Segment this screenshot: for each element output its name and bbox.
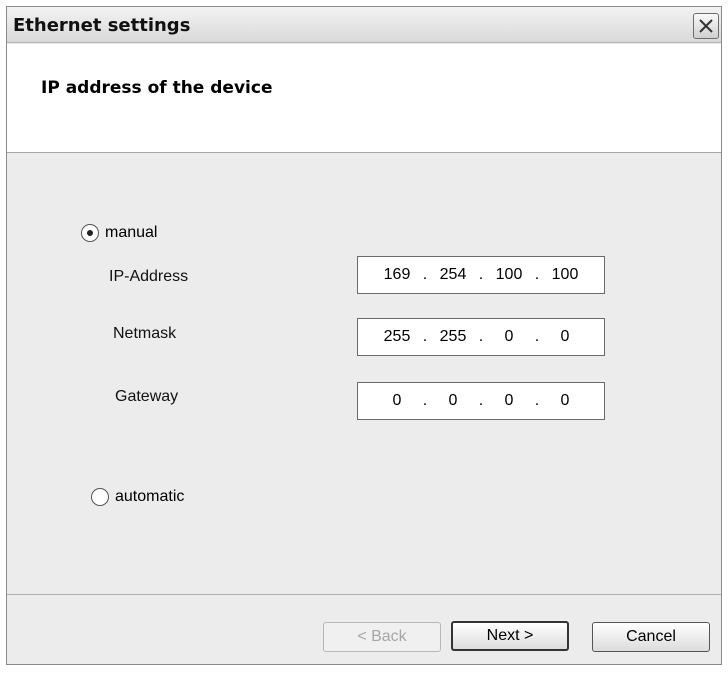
gateway-octet-1[interactable]: 0	[377, 392, 417, 410]
dialog-body: manual IP-Address 169. 254. 100. 100 Net…	[7, 154, 721, 594]
close-icon	[699, 19, 713, 33]
gateway-octet-3[interactable]: 0	[489, 392, 529, 410]
header-title: IP address of the device	[41, 78, 273, 98]
netmask-octet-3[interactable]: 0	[489, 328, 529, 346]
gateway-input[interactable]: 0. 0. 0. 0	[357, 382, 605, 420]
back-button[interactable]: < Back	[323, 622, 441, 652]
title-bar: Ethernet settings	[7, 7, 721, 43]
ip-address-label: IP-Address	[109, 268, 189, 285]
close-button[interactable]	[693, 13, 719, 39]
ip-address-input[interactable]: 169. 254. 100. 100	[357, 256, 605, 294]
netmask-input[interactable]: 255. 255. 0. 0	[357, 318, 605, 356]
netmask-octet-1[interactable]: 255	[377, 328, 417, 346]
gateway-label: Gateway	[115, 388, 179, 405]
netmask-label: Netmask	[113, 325, 177, 342]
gateway-octet-2[interactable]: 0	[433, 392, 473, 410]
automatic-radio[interactable]	[91, 488, 109, 506]
ip-octet-1[interactable]: 169	[377, 266, 417, 284]
netmask-octet-4[interactable]: 0	[545, 328, 585, 346]
window-title: Ethernet settings	[13, 15, 191, 36]
cancel-button[interactable]: Cancel	[592, 622, 710, 652]
manual-radio-label: manual	[105, 224, 158, 241]
netmask-octet-2[interactable]: 255	[433, 328, 473, 346]
manual-radio[interactable]	[81, 224, 99, 242]
dialog-header: IP address of the device	[7, 44, 721, 153]
automatic-radio-option[interactable]: automatic	[91, 488, 184, 506]
ip-octet-4[interactable]: 100	[545, 266, 585, 284]
footer-divider	[7, 594, 721, 595]
next-button[interactable]: Next >	[451, 621, 569, 651]
ip-octet-3[interactable]: 100	[489, 266, 529, 284]
ip-octet-2[interactable]: 254	[433, 266, 473, 284]
automatic-radio-label: automatic	[115, 488, 185, 505]
manual-radio-option[interactable]: manual	[81, 224, 157, 242]
gateway-octet-4[interactable]: 0	[545, 392, 585, 410]
ethernet-settings-dialog: Ethernet settings IP address of the devi…	[6, 6, 722, 665]
